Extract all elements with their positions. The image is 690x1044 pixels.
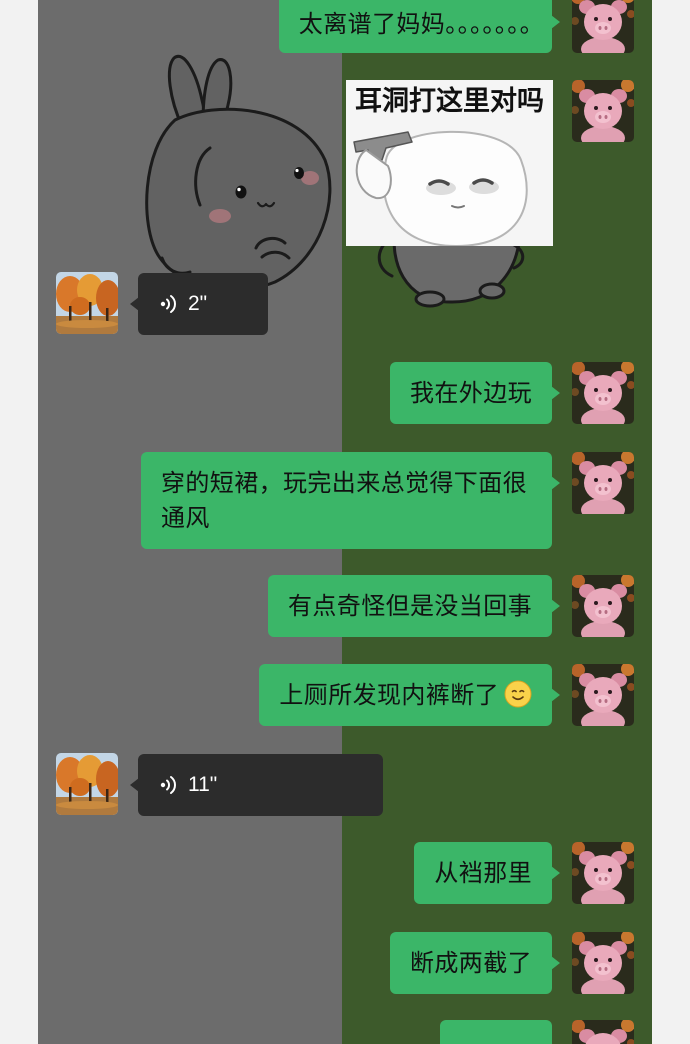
sent-message-bubble[interactable]: 我在外边玩 — [390, 362, 560, 424]
sent-message-bubble[interactable]: 断成两截了 — [390, 932, 560, 994]
pink-pig-avatar[interactable] — [572, 452, 634, 514]
smile-emoji-icon — [504, 680, 532, 708]
message-text: 断成两截了 — [410, 949, 532, 977]
voice-duration: 2" — [188, 292, 208, 315]
message-text: 穿的短裙，玩完出来总觉得下面很通风 — [161, 469, 527, 532]
message-text: 上厕所发现内裤断了 — [279, 681, 499, 709]
message-text: 从裆那里 — [434, 859, 532, 887]
message-text: 太离谱了妈妈。。。。。。。 — [298, 10, 532, 38]
pink-pig-avatar[interactable] — [572, 362, 634, 424]
autumn-trees-avatar[interactable] — [56, 753, 118, 815]
pink-pig-avatar[interactable] — [572, 80, 634, 142]
chat-screen: 太离谱了妈妈。。。。。。。 耳洞打这里对吗 2" 我在外边玩 穿的短裙，玩完出来… — [0, 0, 690, 1044]
bunny-blush-left — [209, 209, 231, 223]
pink-pig-avatar[interactable] — [572, 664, 634, 726]
pink-pig-avatar[interactable] — [572, 575, 634, 637]
sent-message-bubble[interactable]: 太离谱了妈妈。。。。。。。 — [278, 0, 561, 53]
pink-pig-avatar[interactable] — [572, 842, 634, 904]
sent-message-bubble[interactable]: 从裆那里 — [414, 842, 560, 904]
sent-message-bubble[interactable]: 穿的短裙，玩完出来总觉得下面很通风 — [141, 452, 560, 549]
pink-pig-avatar[interactable] — [572, 932, 634, 994]
pink-pig-avatar[interactable] — [572, 0, 634, 53]
bunny-eye-right — [294, 167, 304, 179]
sent-message-bubble[interactable]: 有点奇怪但是没当回事 — [268, 575, 560, 637]
pink-pig-avatar[interactable] — [572, 1020, 634, 1044]
sticker-image[interactable]: 耳洞打这里对吗 — [346, 80, 553, 246]
voice-duration: 11" — [188, 773, 218, 796]
sent-message-bubble[interactable] — [440, 1020, 552, 1044]
autumn-trees-avatar[interactable] — [56, 272, 118, 334]
bunny-eye-left — [235, 185, 247, 199]
sent-message-bubble[interactable]: 上厕所发现内裤断了 — [259, 664, 560, 726]
sticker-caption: 耳洞打这里对吗 — [355, 85, 544, 117]
message-text: 我在外边玩 — [410, 379, 532, 407]
voice-wave-icon — [160, 293, 178, 315]
message-text: 有点奇怪但是没当回事 — [288, 592, 532, 620]
voice-wave-icon — [160, 774, 178, 796]
voice-message-bubble[interactable]: 11" — [130, 754, 383, 816]
voice-message-bubble[interactable]: 2" — [130, 273, 268, 335]
